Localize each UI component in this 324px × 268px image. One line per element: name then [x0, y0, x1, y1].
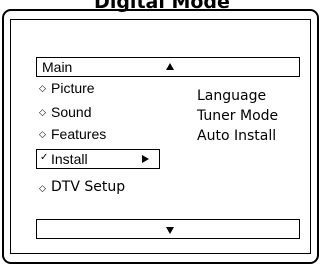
menu-item-label: Sound	[51, 104, 92, 120]
menu-header-bar[interactable]: Main	[36, 57, 300, 77]
diamond-icon: ◇	[39, 107, 46, 117]
menu-item-label: Install	[51, 151, 88, 167]
up-arrow-icon[interactable]	[166, 63, 174, 70]
submenu-item-auto-install[interactable]: Auto Install	[197, 128, 276, 144]
menu-item-label: DTV Setup	[51, 179, 126, 195]
submenu-item-tuner-mode[interactable]: Tuner Mode	[197, 108, 278, 124]
down-arrow-icon[interactable]	[166, 227, 174, 234]
checkmark-icon: ✓	[40, 152, 49, 163]
diamond-icon: ◇	[39, 183, 46, 193]
menu-item-install[interactable]: ✓ Install	[36, 149, 160, 169]
right-arrow-icon	[142, 155, 149, 163]
diamond-icon: ◇	[39, 83, 46, 93]
menu-footer-bar[interactable]	[36, 219, 300, 239]
menu-item-label: Picture	[51, 80, 95, 96]
submenu-item-language[interactable]: Language	[197, 88, 266, 104]
diamond-icon: ◇	[39, 129, 46, 139]
menu-item-label: Features	[51, 126, 107, 142]
menu-header-label: Main	[42, 59, 73, 75]
